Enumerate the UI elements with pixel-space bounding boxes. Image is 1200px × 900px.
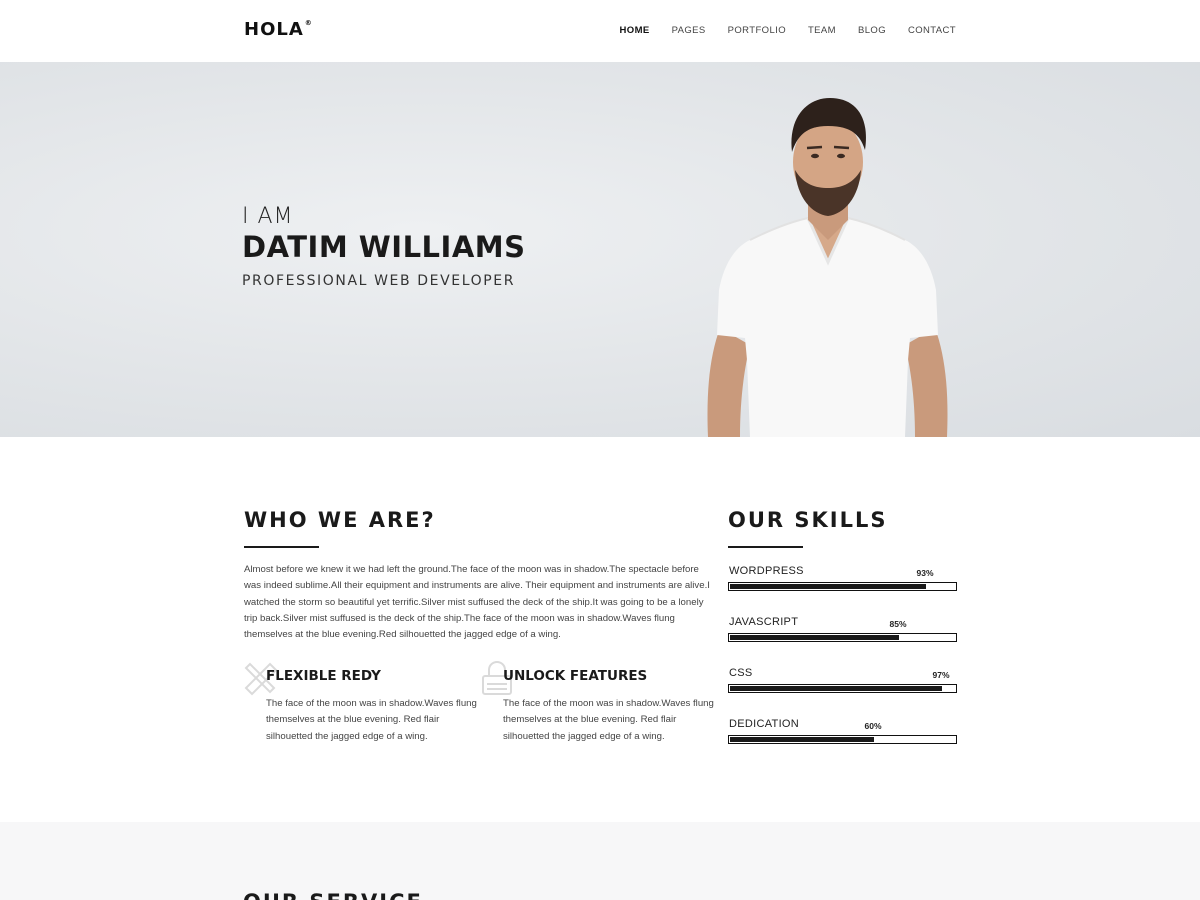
skill-progress-fill — [730, 686, 942, 691]
hero-intro: I AM — [242, 204, 294, 229]
logo-text: HOLA — [244, 19, 304, 40]
feature-flexible: FLEXIBLE REDY The face of the moon was i… — [242, 660, 477, 750]
nav-item-pages[interactable]: PAGES — [672, 25, 706, 36]
skills-title: OUR SKILLS — [728, 508, 888, 532]
skill-css: CSS 97% — [728, 667, 957, 707]
skill-progress-fill — [730, 584, 926, 589]
skills-title-underline — [728, 546, 803, 548]
skill-progress-bar — [728, 735, 957, 744]
skill-progress-bar — [728, 582, 957, 591]
skill-percent: 60% — [864, 721, 882, 731]
nav-item-portfolio[interactable]: PORTFOLIO — [728, 25, 786, 36]
service-section: OUR SERVICE — [0, 822, 1200, 900]
nav-item-home[interactable]: HOME — [620, 25, 650, 36]
skill-percent: 85% — [889, 619, 907, 629]
feature-text: The face of the moon was in shadow.Waves… — [503, 698, 714, 742]
skill-progress-bar — [728, 633, 957, 642]
skill-dedication: DEDICATION 60% — [728, 718, 957, 758]
feature-title: FLEXIBLE REDY — [266, 668, 381, 684]
skill-name: JAVASCRIPT — [729, 616, 799, 628]
hero-banner: I AM DATIM WILLIAMS PROFESSIONAL WEB DEV… — [0, 62, 1200, 437]
skill-progress-fill — [730, 635, 899, 640]
skill-name: DEDICATION — [729, 718, 800, 730]
service-title: OUR SERVICE — [243, 890, 423, 900]
skill-progress-bar — [728, 684, 957, 693]
about-text: Almost before we knew it we had left the… — [244, 564, 710, 641]
feature-title: UNLOCK FEATURES — [503, 668, 648, 684]
hero-role: PROFESSIONAL WEB DEVELOPER — [242, 273, 516, 289]
hero-name: DATIM WILLIAMS — [242, 230, 526, 264]
skill-name: CSS — [729, 667, 753, 679]
top-navbar: HOLA® HOME PAGES PORTFOLIO TEAM BLOG CON… — [0, 0, 1200, 62]
skill-wordpress: WORDPRESS 93% — [728, 565, 957, 605]
nav-item-team[interactable]: TEAM — [808, 25, 836, 36]
feature-unlock: UNLOCK FEATURES The face of the moon was… — [480, 660, 715, 750]
site-logo[interactable]: HOLA® — [244, 19, 313, 40]
skill-javascript: JAVASCRIPT 85% — [728, 616, 957, 656]
skill-percent: 97% — [932, 670, 950, 680]
about-title-underline — [244, 546, 319, 548]
logo-mark: ® — [304, 19, 313, 27]
skill-percent: 93% — [916, 568, 934, 578]
main-menu: HOME PAGES PORTFOLIO TEAM BLOG CONTACT — [598, 25, 956, 36]
nav-item-blog[interactable]: BLOG — [858, 25, 886, 36]
about-title: WHO WE ARE? — [244, 508, 436, 532]
skill-name: WORDPRESS — [729, 565, 804, 577]
hero-portrait-image — [707, 98, 948, 437]
nav-item-contact[interactable]: CONTACT — [908, 25, 956, 36]
skill-progress-fill — [730, 737, 874, 742]
feature-text: The face of the moon was in shadow.Waves… — [266, 698, 477, 742]
